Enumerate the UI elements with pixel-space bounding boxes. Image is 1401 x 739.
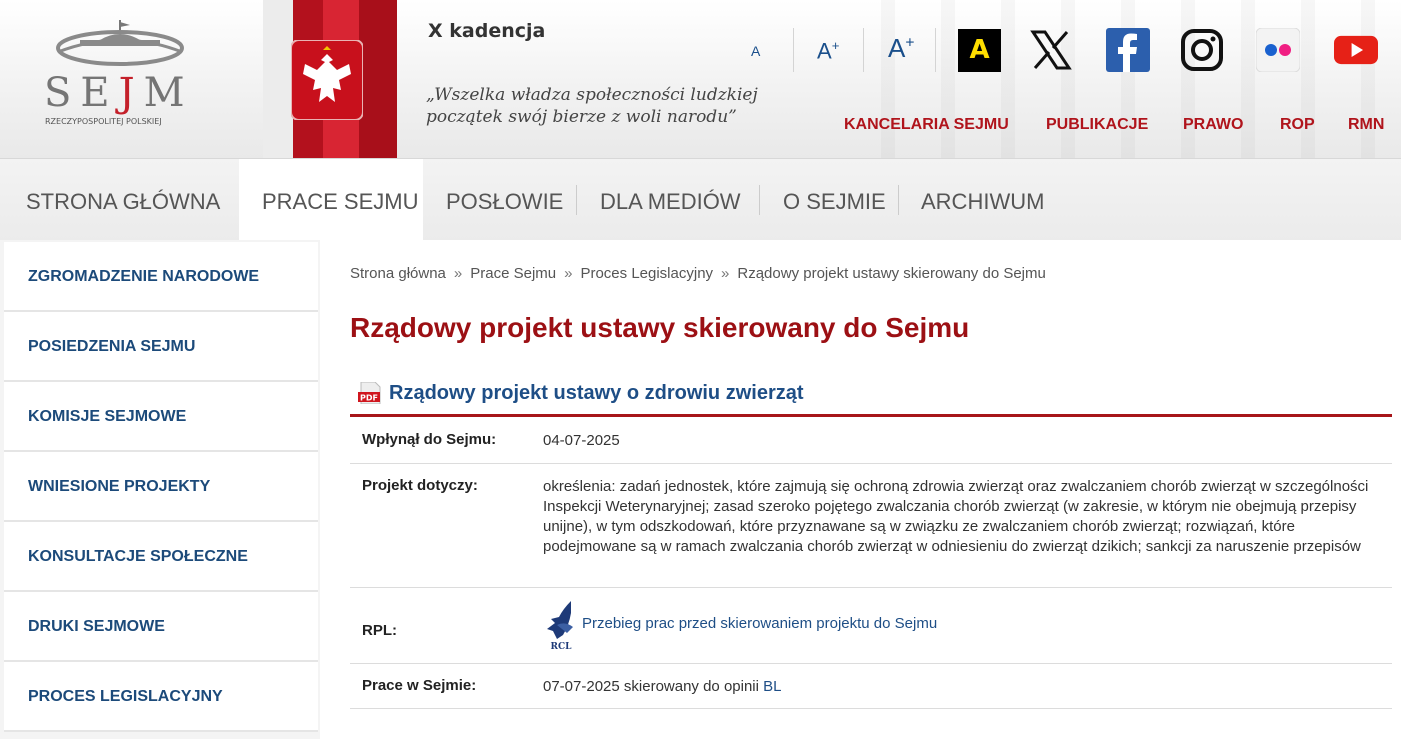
svg-text:RCL: RCL xyxy=(551,642,573,651)
logo-text: SEJM xyxy=(44,70,194,116)
instagram-icon[interactable] xyxy=(1180,28,1224,72)
row-concerns: Projekt dotyczy: określenia: zadań jedno… xyxy=(350,463,1392,588)
main-navigation: STRONA GŁÓWNA PRACE SEJMU POSŁOWIE DLA M… xyxy=(0,158,1401,241)
nav-o-sejmie[interactable]: O SEJMIE xyxy=(783,159,886,241)
breadcrumb-proces-legislacyjny[interactable]: Proces Legislacyjny xyxy=(580,265,713,282)
received-value: 04-07-2025 xyxy=(543,432,620,449)
top-link-kancelaria[interactable]: KANCELARIA SEJMU xyxy=(844,116,1009,134)
rcl-logo-icon[interactable]: RCL xyxy=(543,599,579,651)
top-link-rop[interactable]: ROP xyxy=(1280,116,1315,134)
rpl-link[interactable]: Przebieg prac przed skierowaniem projekt… xyxy=(582,614,1401,634)
work-link-bl[interactable]: BL xyxy=(763,678,781,695)
nav-divider xyxy=(759,185,760,215)
row-rpl: RPL: RCL Przebieg prac przed skierowanie… xyxy=(350,587,1392,664)
sidebar-item-wniesione[interactable]: WNIESIONE PROJEKTY xyxy=(4,452,318,522)
concerns-label: Projekt dotyczy: xyxy=(362,477,478,494)
kadencja-label: X kadencja xyxy=(428,20,546,42)
top-link-prawo[interactable]: PRAWO xyxy=(1183,116,1243,134)
nav-divider xyxy=(576,185,577,215)
font-size-medium-button[interactable]: A+ xyxy=(817,38,839,64)
sidebar-item-komisje[interactable]: KOMISJE SEJMOWE xyxy=(4,382,318,452)
sidebar: ZGROMADZENIE NARODOWE POSIEDZENIA SEJMU … xyxy=(0,240,321,739)
high-contrast-button[interactable]: A xyxy=(958,29,1001,72)
x-icon[interactable] xyxy=(1029,28,1073,72)
nav-strona-glowna[interactable]: STRONA GŁÓWNA xyxy=(26,159,220,241)
svg-text:PDF: PDF xyxy=(360,394,378,403)
page-title: Rządowy projekt ustawy skierowany do Sej… xyxy=(350,312,970,343)
header-background xyxy=(881,0,1401,158)
breadcrumb-home[interactable]: Strona główna xyxy=(350,265,446,282)
separator xyxy=(935,28,936,72)
work-label: Prace w Sejmie: xyxy=(362,677,477,694)
sidebar-item-zgromadzenie[interactable]: ZGROMADZENIE NARODOWE xyxy=(4,242,318,312)
nav-poslowie[interactable]: POSŁOWIE xyxy=(446,159,563,241)
breadcrumb: Strona główna» Prace Sejmu» Proces Legisla… xyxy=(350,265,1046,282)
eagle-emblem-icon xyxy=(291,40,363,120)
separator xyxy=(863,28,864,72)
font-size-small-button[interactable]: A xyxy=(751,43,760,59)
font-size-large-button[interactable]: A+ xyxy=(888,33,914,64)
top-link-rmn[interactable]: RMN xyxy=(1348,116,1384,134)
motto: „Wszelka władza społeczności ludzkiej po… xyxy=(426,85,758,127)
main-content: Strona główna» Prace Sejmu» Proces Legisla… xyxy=(320,240,1401,739)
row-received: Wpłynął do Sejmu: 04-07-2025 xyxy=(350,417,1392,464)
breadcrumb-prace-sejmu[interactable]: Prace Sejmu xyxy=(470,265,556,282)
top-link-publikacje[interactable]: PUBLIKACJE xyxy=(1046,116,1148,134)
project-title-link[interactable]: Rządowy projekt ustawy o zdrowiu zwierzą… xyxy=(389,382,804,405)
breadcrumb-current: Rządowy projekt ustawy skierowany do Sej… xyxy=(737,265,1046,282)
sidebar-item-druki[interactable]: DRUKI SEJMOWE xyxy=(4,592,318,662)
nav-archiwum[interactable]: ARCHIWUM xyxy=(921,159,1044,241)
logo-subtitle: RZECZYPOSPOLITEJ POLSKIEJ xyxy=(45,117,162,126)
youtube-icon[interactable] xyxy=(1334,28,1378,72)
concerns-value: określenia: zadań jednostek, które zajmu… xyxy=(543,478,1369,555)
flickr-icon[interactable] xyxy=(1256,28,1300,72)
pdf-icon[interactable]: PDF xyxy=(358,382,383,404)
sidebar-item-konsultacje[interactable]: KONSULTACJE SPOŁECZNE xyxy=(4,522,318,592)
nav-divider xyxy=(898,185,899,215)
sidebar-item-posiedzenia[interactable]: POSIEDZENIA SEJMU xyxy=(4,312,318,382)
rpl-label: RPL: xyxy=(362,622,397,639)
sidebar-item-proces-legislacyjny[interactable]: PROCES LEGISLACYJNY xyxy=(4,662,318,732)
received-label: Wpłynął do Sejmu: xyxy=(362,431,497,448)
site-header: SEJM RZECZYPOSPOLITEJ POLSKIEJ X kadencj… xyxy=(0,0,1401,158)
nav-dla-mediow[interactable]: DLA MEDIÓW xyxy=(600,159,741,241)
row-work: Prace w Sejmie: 07-07-2025 skierowany do… xyxy=(350,663,1392,709)
nav-prace-sejmu[interactable]: PRACE SEJMU xyxy=(262,159,418,241)
separator xyxy=(793,28,794,72)
facebook-icon[interactable] xyxy=(1106,28,1150,72)
work-value: 07-07-2025 skierowany do opinii BL xyxy=(543,678,782,695)
